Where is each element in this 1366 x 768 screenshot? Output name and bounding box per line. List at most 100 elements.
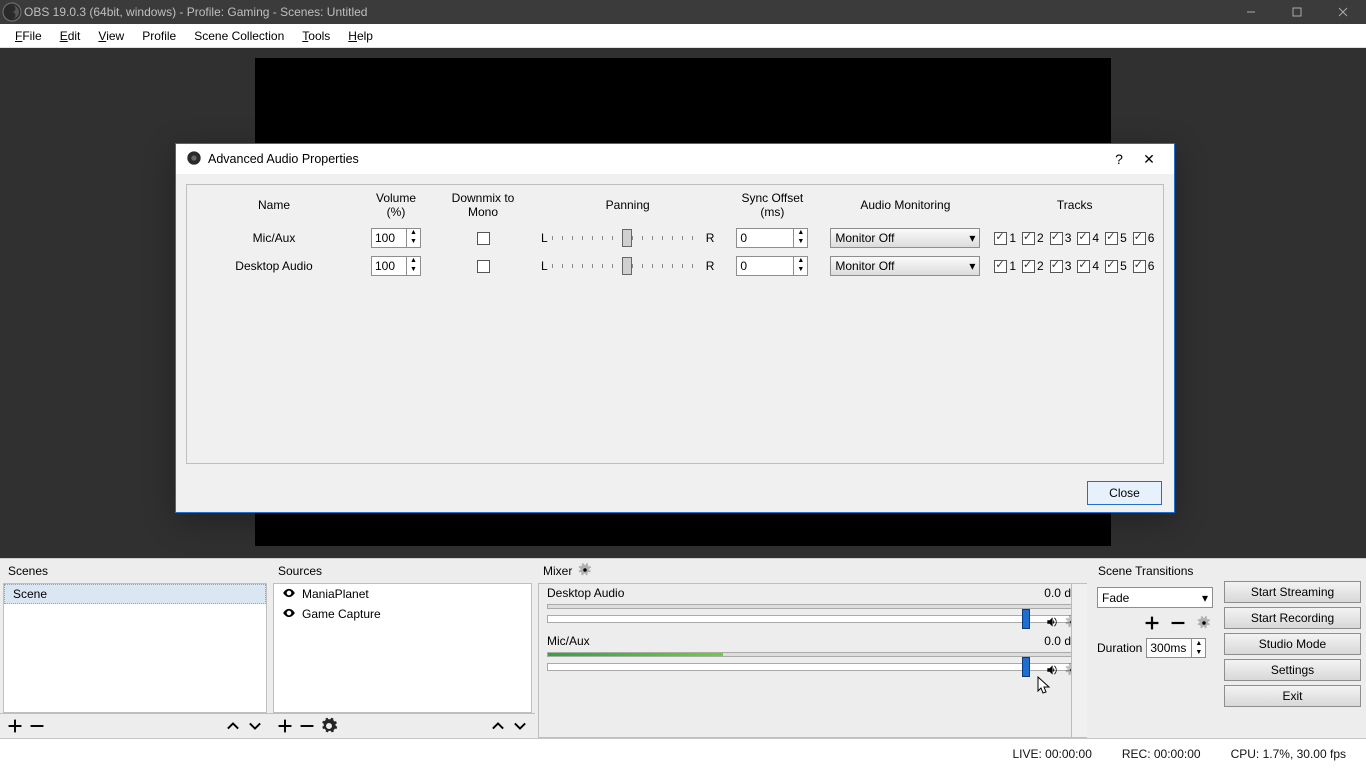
track-checkbox-1[interactable] xyxy=(994,232,1007,245)
status-live: LIVE: 00:00:00 xyxy=(1012,747,1091,761)
advanced-audio-dialog: Advanced Audio Properties ? ✕ Name Volum… xyxy=(175,143,1175,513)
scene-up-button[interactable] xyxy=(224,717,242,735)
track-checkbox-4[interactable] xyxy=(1077,232,1090,245)
visibility-icon[interactable] xyxy=(282,586,296,603)
source-item[interactable]: Game Capture xyxy=(274,604,531,624)
mixer-row: Desktop Audio0.0 dB xyxy=(539,584,1087,632)
source-up-button[interactable] xyxy=(489,717,507,735)
track-checkbox-5[interactable] xyxy=(1105,260,1118,273)
track-checkbox-6[interactable] xyxy=(1133,232,1146,245)
track-checkbox-4[interactable] xyxy=(1077,260,1090,273)
downmix-checkbox[interactable] xyxy=(477,260,490,273)
track-checkbox-3[interactable] xyxy=(1050,232,1063,245)
track-checkbox-1[interactable] xyxy=(994,260,1007,273)
mixer-name: Desktop Audio xyxy=(547,586,624,600)
monitoring-select[interactable]: Monitor Off▾ xyxy=(830,228,980,248)
source-item-label: Game Capture xyxy=(302,607,381,621)
sync-offset-input[interactable]: ▲▼ xyxy=(736,256,808,276)
dialog-help-button[interactable]: ? xyxy=(1104,151,1134,167)
transition-select[interactable]: Fade ▾ xyxy=(1097,587,1213,608)
duration-input[interactable]: ▲▼ xyxy=(1146,638,1206,658)
scene-item[interactable]: Scene xyxy=(4,584,266,604)
minimize-button[interactable] xyxy=(1228,0,1274,24)
scene-down-button[interactable] xyxy=(246,717,264,735)
col-name: Name xyxy=(189,187,359,223)
mute-icon[interactable] xyxy=(1045,663,1059,680)
menu-scene-collection[interactable]: Scene Collection xyxy=(185,29,293,43)
dialog-close-footer-button[interactable]: Close xyxy=(1087,481,1162,505)
menu-file[interactable]: FFileFile xyxy=(6,29,51,43)
mixer-header: Mixer xyxy=(535,559,1090,583)
source-remove-button[interactable] xyxy=(298,717,316,735)
track-checkbox-2[interactable] xyxy=(1022,232,1035,245)
pan-r-label: R xyxy=(706,231,715,245)
obs-logo-icon xyxy=(186,150,202,169)
col-panning: Panning xyxy=(535,187,720,223)
dialog-close-button[interactable]: ✕ xyxy=(1134,151,1164,168)
visibility-icon[interactable] xyxy=(282,606,296,623)
dialog-titlebar[interactable]: Advanced Audio Properties ? ✕ xyxy=(176,144,1174,174)
mute-icon[interactable] xyxy=(1045,615,1059,632)
mixer-scrollbar[interactable] xyxy=(1071,584,1087,737)
mixer-slider[interactable] xyxy=(547,615,1079,623)
mixer-name: Mic/Aux xyxy=(547,634,590,648)
panning-slider[interactable] xyxy=(552,236,702,240)
source-down-button[interactable] xyxy=(511,717,529,735)
mixer-row: Mic/Aux0.0 dB xyxy=(539,632,1087,680)
scene-remove-button[interactable] xyxy=(28,717,46,735)
maximize-button[interactable] xyxy=(1274,0,1320,24)
pan-l-label: L xyxy=(541,231,548,245)
transition-remove-button[interactable] xyxy=(1169,614,1187,632)
track-checkbox-2[interactable] xyxy=(1022,260,1035,273)
volume-input[interactable]: ▲▼ xyxy=(371,228,421,248)
bottom-panels: Scenes Scene Sources ManiaPlanet Game Ca… xyxy=(0,558,1366,738)
source-item[interactable]: ManiaPlanet xyxy=(274,584,531,604)
scenes-list[interactable]: Scene xyxy=(3,583,267,713)
downmix-checkbox[interactable] xyxy=(477,232,490,245)
sync-offset-input[interactable]: ▲▼ xyxy=(736,228,808,248)
transitions-header: Scene Transitions xyxy=(1090,559,1220,583)
main-menu: FFileFile Edit View Profile Scene Collec… xyxy=(0,24,1366,48)
close-button[interactable] xyxy=(1320,0,1366,24)
start-recording-button[interactable]: Start Recording xyxy=(1224,607,1361,629)
mixer-meter xyxy=(547,652,1079,657)
chevron-down-icon: ▾ xyxy=(1202,591,1208,605)
transition-add-button[interactable] xyxy=(1143,614,1161,632)
track-checkbox-3[interactable] xyxy=(1050,260,1063,273)
sources-list[interactable]: ManiaPlanet Game Capture xyxy=(273,583,532,713)
source-item-label: ManiaPlanet xyxy=(302,587,369,601)
start-streaming-button[interactable]: Start Streaming xyxy=(1224,581,1361,603)
volume-input[interactable]: ▲▼ xyxy=(371,256,421,276)
source-add-button[interactable] xyxy=(276,717,294,735)
mixer-settings-icon[interactable] xyxy=(578,563,592,580)
monitoring-select[interactable]: Monitor Off▾ xyxy=(830,256,980,276)
mixer-slider[interactable] xyxy=(547,663,1079,671)
scene-add-button[interactable] xyxy=(6,717,24,735)
settings-button[interactable]: Settings xyxy=(1224,659,1361,681)
source-settings-button[interactable] xyxy=(320,717,338,735)
track-checkbox-5[interactable] xyxy=(1105,232,1118,245)
mixer-panel: Mixer Desktop Audio0.0 dB Mic/Aux0.0 dB xyxy=(535,559,1090,738)
menu-profile[interactable]: Profile xyxy=(133,29,185,43)
menu-tools[interactable]: Tools xyxy=(293,29,339,43)
audio-row: Desktop Audio ▲▼ LR ▲▼ Monitor Off▾ 1 2 … xyxy=(189,253,1161,279)
window-title: OBS 19.0.3 (64bit, windows) - Profile: G… xyxy=(24,5,1228,19)
studio-mode-button[interactable]: Studio Mode xyxy=(1224,633,1361,655)
menu-view[interactable]: View xyxy=(89,29,133,43)
transition-settings-button[interactable] xyxy=(1195,614,1213,632)
menu-help[interactable]: Help xyxy=(339,29,382,43)
menu-edit[interactable]: Edit xyxy=(51,29,90,43)
sources-header: Sources xyxy=(270,559,535,583)
transition-current: Fade xyxy=(1102,591,1129,605)
exit-button[interactable]: Exit xyxy=(1224,685,1361,707)
chevron-down-icon: ▾ xyxy=(969,259,975,273)
col-tracks: Tracks xyxy=(988,187,1161,223)
dialog-title: Advanced Audio Properties xyxy=(208,152,1104,166)
audio-name: Desktop Audio xyxy=(189,253,359,279)
panning-slider[interactable] xyxy=(552,264,702,268)
tracks-group: 1 2 3 4 5 6 xyxy=(994,231,1155,245)
track-checkbox-6[interactable] xyxy=(1133,260,1146,273)
audio-row: Mic/Aux ▲▼ LR ▲▼ Monitor Off▾ 1 2 3 4 5 … xyxy=(189,225,1161,251)
transitions-panel: Scene Transitions Fade▾ Duration ▲▼ xyxy=(1090,559,1220,738)
sources-panel: Sources ManiaPlanet Game Capture xyxy=(270,559,535,738)
